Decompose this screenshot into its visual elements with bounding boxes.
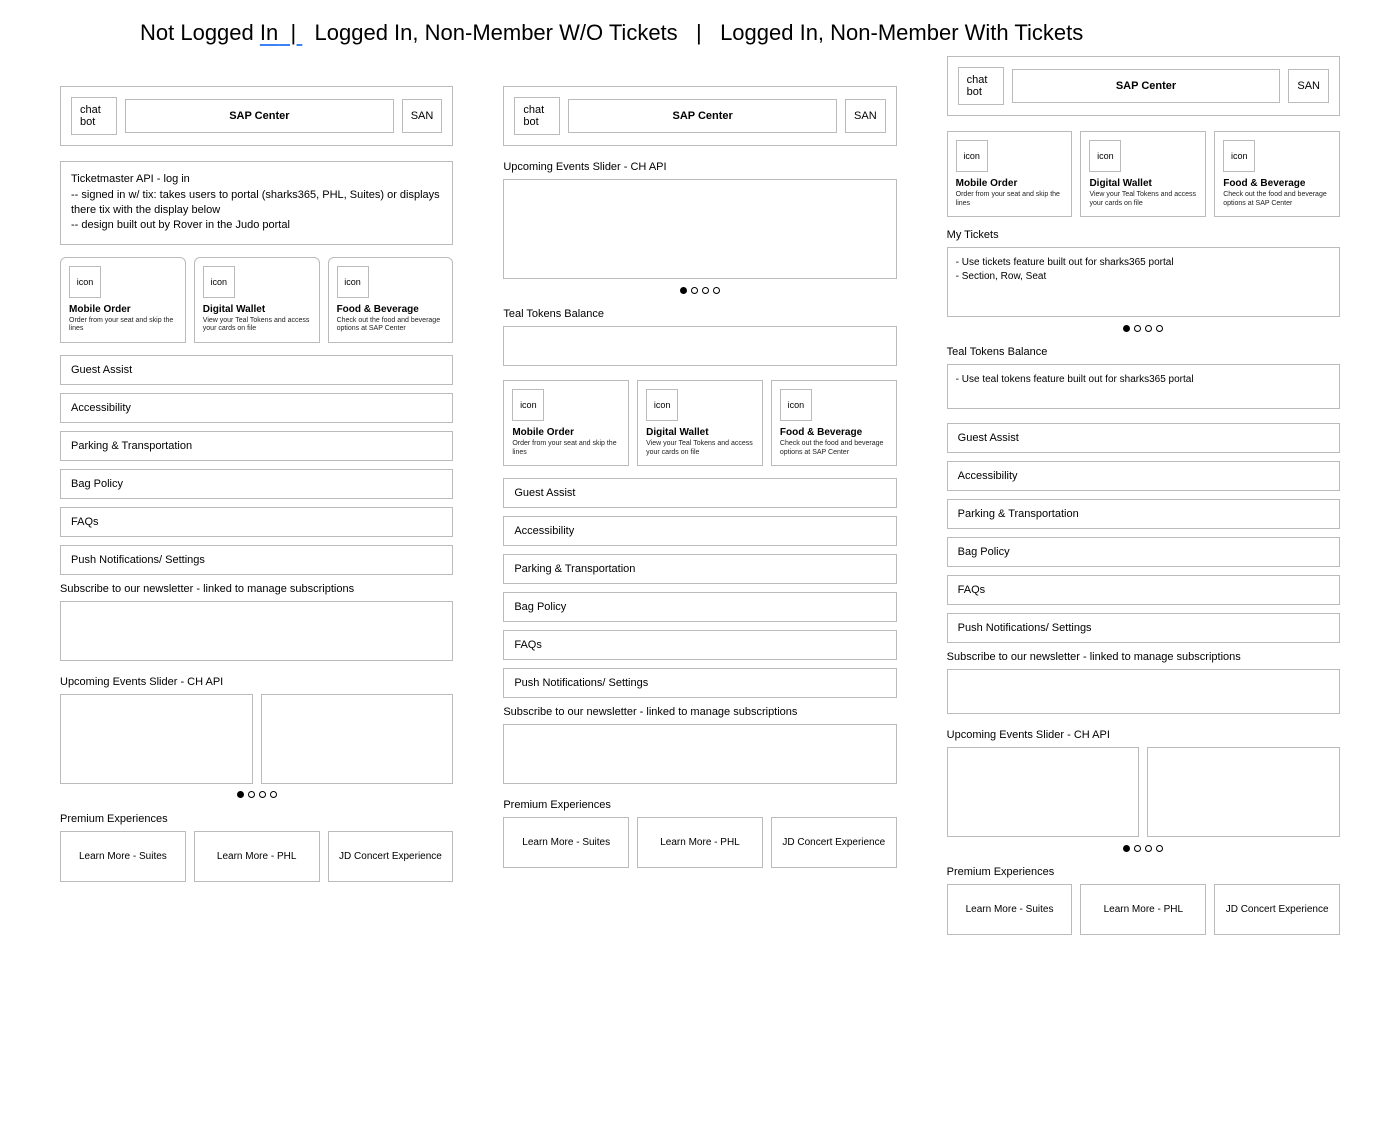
page-title: Not Logged In | Logged In, Non-Member W/… — [140, 20, 1340, 46]
accessibility-item[interactable]: Accessibility — [503, 516, 896, 546]
newsletter-box[interactable] — [503, 724, 896, 784]
chatbot-button[interactable]: chat bot — [514, 97, 560, 135]
teal-tokens-box[interactable]: - Use teal tokens feature built out for … — [947, 364, 1340, 409]
food-beverage-icon: icon — [1223, 140, 1255, 172]
faqs-item[interactable]: FAQs — [947, 575, 1340, 605]
guest-assist-item[interactable]: Guest Assist — [503, 478, 896, 508]
premium-label: Premium Experiences — [503, 799, 896, 811]
san-button[interactable]: SAN — [1288, 69, 1329, 103]
accessibility-item[interactable]: Accessibility — [60, 393, 453, 423]
food-beverage-card[interactable]: icon Food & Beverage Check out the food … — [328, 257, 454, 343]
slider-dots[interactable] — [503, 285, 896, 296]
newsletter-box[interactable] — [60, 601, 453, 661]
venue-title: SAP Center — [568, 99, 837, 133]
digital-wallet-icon: icon — [1089, 140, 1121, 172]
topbar: chat bot SAP Center SAN — [503, 86, 896, 146]
ticketmaster-note: Ticketmaster API - log in -- signed in w… — [60, 161, 453, 245]
slider-dots[interactable] — [947, 843, 1340, 854]
premium-jd-card[interactable]: JD Concert Experience — [771, 817, 897, 868]
food-beverage-icon: icon — [337, 266, 369, 298]
mobile-order-card[interactable]: icon Mobile Order Order from your seat a… — [503, 380, 629, 466]
premium-phl-card[interactable]: Learn More - PHL — [1080, 884, 1206, 935]
topbar: chat bot SAP Center SAN — [947, 56, 1340, 116]
chatbot-button[interactable]: chat bot — [71, 97, 117, 135]
parking-item[interactable]: Parking & Transportation — [503, 554, 896, 584]
upcoming-slider[interactable] — [60, 694, 453, 784]
upcoming-slider[interactable] — [947, 747, 1340, 837]
teal-tokens-balance-box[interactable] — [503, 326, 896, 366]
premium-row: Learn More - Suites Learn More - PHL JD … — [503, 817, 896, 868]
accessibility-item[interactable]: Accessibility — [947, 461, 1340, 491]
premium-suites-card[interactable]: Learn More - Suites — [503, 817, 629, 868]
upcoming-events-label: Upcoming Events Slider - CH API — [60, 676, 453, 688]
push-notifications-item[interactable]: Push Notifications/ Settings — [503, 668, 896, 698]
san-button[interactable]: SAN — [402, 99, 443, 133]
parking-item[interactable]: Parking & Transportation — [60, 431, 453, 461]
my-tickets-label: My Tickets — [947, 229, 1340, 241]
premium-row: Learn More - Suites Learn More - PHL JD … — [947, 884, 1340, 935]
newsletter-box[interactable] — [947, 669, 1340, 714]
venue-title: SAP Center — [125, 99, 394, 133]
premium-row: Learn More - Suites Learn More - PHL JD … — [60, 831, 453, 882]
premium-label: Premium Experiences — [947, 866, 1340, 878]
guest-assist-item[interactable]: Guest Assist — [947, 423, 1340, 453]
premium-label: Premium Experiences — [60, 813, 453, 825]
mobile-order-card[interactable]: icon Mobile Order Order from your seat a… — [947, 131, 1073, 217]
teal-tokens-label: Teal Tokens Balance — [947, 346, 1340, 358]
bag-policy-item[interactable]: Bag Policy — [60, 469, 453, 499]
slider-card[interactable] — [261, 694, 454, 784]
my-tickets-box[interactable]: - Use tickets feature built out for shar… — [947, 247, 1340, 317]
premium-jd-card[interactable]: JD Concert Experience — [1214, 884, 1340, 935]
mobile-order-icon: icon — [69, 266, 101, 298]
faqs-item[interactable]: FAQs — [503, 630, 896, 660]
food-beverage-card[interactable]: icon Food & Beverage Check out the food … — [1214, 131, 1340, 217]
faqs-item[interactable]: FAQs — [60, 507, 453, 537]
newsletter-label: Subscribe to our newsletter - linked to … — [60, 583, 453, 595]
san-button[interactable]: SAN — [845, 99, 886, 133]
digital-wallet-card[interactable]: icon Digital Wallet View your Teal Token… — [194, 257, 320, 343]
icon-row: icon Mobile Order Order from your seat a… — [947, 131, 1340, 217]
push-notifications-item[interactable]: Push Notifications/ Settings — [947, 613, 1340, 643]
mobile-order-card[interactable]: icon Mobile Order Order from your seat a… — [60, 257, 186, 343]
slider-card[interactable] — [60, 694, 253, 784]
digital-wallet-card[interactable]: icon Digital Wallet View your Teal Token… — [1080, 131, 1206, 217]
slider-dots[interactable] — [60, 790, 453, 801]
mobile-order-icon: icon — [512, 389, 544, 421]
premium-suites-card[interactable]: Learn More - Suites — [947, 884, 1073, 935]
mobile-order-icon: icon — [956, 140, 988, 172]
newsletter-label: Subscribe to our newsletter - linked to … — [947, 651, 1340, 663]
bag-policy-item[interactable]: Bag Policy — [503, 592, 896, 622]
guest-assist-item[interactable]: Guest Assist — [60, 355, 453, 385]
premium-jd-card[interactable]: JD Concert Experience — [328, 831, 454, 882]
premium-suites-card[interactable]: Learn More - Suites — [60, 831, 186, 882]
bag-policy-item[interactable]: Bag Policy — [947, 537, 1340, 567]
digital-wallet-icon: icon — [203, 266, 235, 298]
slider-card[interactable] — [947, 747, 1140, 837]
digital-wallet-card[interactable]: icon Digital Wallet View your Teal Token… — [637, 380, 763, 466]
slider-card[interactable] — [1147, 747, 1340, 837]
upcoming-slider[interactable] — [503, 179, 896, 279]
chatbot-button[interactable]: chat bot — [958, 67, 1004, 105]
food-beverage-icon: icon — [780, 389, 812, 421]
parking-item[interactable]: Parking & Transportation — [947, 499, 1340, 529]
digital-wallet-icon: icon — [646, 389, 678, 421]
food-beverage-card[interactable]: icon Food & Beverage Check out the food … — [771, 380, 897, 466]
premium-phl-card[interactable]: Learn More - PHL — [637, 817, 763, 868]
premium-phl-card[interactable]: Learn More - PHL — [194, 831, 320, 882]
upcoming-events-label: Upcoming Events Slider - CH API — [503, 161, 896, 173]
teal-tokens-label: Teal Tokens Balance — [503, 308, 896, 320]
icon-row: icon Mobile Order Order from your seat a… — [60, 257, 453, 343]
upcoming-events-label: Upcoming Events Slider - CH API — [947, 729, 1340, 741]
tickets-dots[interactable] — [947, 323, 1340, 334]
venue-title: SAP Center — [1012, 69, 1281, 103]
push-notifications-item[interactable]: Push Notifications/ Settings — [60, 545, 453, 575]
newsletter-label: Subscribe to our newsletter - linked to … — [503, 706, 896, 718]
topbar: chat bot SAP Center SAN — [60, 86, 453, 146]
icon-row: icon Mobile Order Order from your seat a… — [503, 380, 896, 466]
